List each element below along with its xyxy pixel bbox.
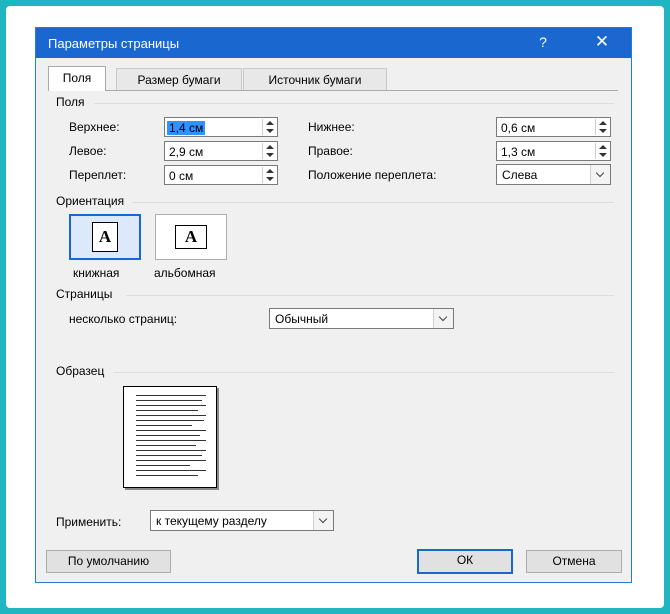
spinner-arrows-icon[interactable] (262, 119, 276, 135)
right-margin-spinner[interactable]: 1,3 см (496, 141, 611, 161)
ok-button[interactable]: ОК (417, 549, 513, 574)
page-preview (123, 386, 217, 488)
top-margin-label: Верхнее: (69, 120, 120, 134)
gutter-value[interactable]: 0 см (169, 169, 193, 183)
top-margin-spinner[interactable]: 1,4 см (164, 117, 278, 137)
tab-paper-size[interactable]: Размер бумаги (116, 68, 242, 90)
spinner-arrows-icon[interactable] (595, 119, 609, 135)
question-mark-icon[interactable]: ? (534, 34, 552, 50)
left-margin-spinner[interactable]: 2,9 см (164, 141, 278, 161)
multiple-pages-label: несколько страниц: (69, 312, 178, 326)
spinner-arrows-icon[interactable] (595, 143, 609, 159)
spinner-arrows-icon[interactable] (262, 143, 276, 159)
pages-group-label: Страницы (56, 287, 113, 301)
top-margin-value[interactable]: 1,4 см (167, 121, 206, 135)
portrait-orientation-icon: A (92, 222, 118, 252)
margins-group-divider (94, 103, 614, 104)
preview-group-divider (114, 372, 614, 373)
pages-group-divider (126, 295, 614, 296)
gutter-position-label: Положение переплета: (308, 168, 437, 182)
chevron-down-icon[interactable] (313, 511, 333, 530)
gutter-spinner[interactable]: 0 см (164, 165, 278, 185)
bottom-margin-label: Нижнее: (308, 120, 355, 134)
portrait-label: книжная (73, 266, 120, 280)
spinner-arrows-icon[interactable] (262, 167, 276, 183)
page-setup-dialog: Параметры страницы ? ✕ Поля Размер бумаг… (35, 27, 632, 583)
gutter-position-value: Слева (502, 168, 538, 182)
left-margin-value[interactable]: 2,9 см (169, 145, 203, 159)
landscape-orientation-icon: A (175, 225, 207, 249)
chevron-down-icon[interactable] (433, 309, 453, 328)
portrait-orientation-button[interactable]: A (69, 214, 141, 260)
tab-paper-source[interactable]: Источник бумаги (243, 68, 387, 90)
multiple-pages-select[interactable]: Обычный (269, 308, 454, 329)
right-margin-label: Правое: (308, 144, 353, 158)
preview-group-label: Образец (56, 364, 105, 378)
bottom-margin-value[interactable]: 0,6 см (501, 121, 535, 135)
apply-to-value: к текущему разделу (156, 514, 267, 528)
gutter-position-select[interactable]: Слева (496, 164, 611, 185)
tab-pane-border (48, 90, 618, 91)
landscape-label: альбомная (154, 266, 216, 280)
bottom-margin-spinner[interactable]: 0,6 см (496, 117, 611, 137)
set-as-default-button[interactable]: По умолчанию (46, 550, 171, 573)
right-margin-value[interactable]: 1,3 см (501, 145, 535, 159)
cancel-button[interactable]: Отмена (526, 550, 622, 573)
close-icon[interactable]: ✕ (588, 31, 616, 53)
tab-margins[interactable]: Поля (48, 66, 106, 91)
gutter-label: Переплет: (69, 168, 127, 182)
dialog-title: Параметры страницы (48, 36, 180, 51)
margins-group-label: Поля (56, 95, 85, 109)
title-bar[interactable]: Параметры страницы ? ✕ (36, 28, 631, 58)
apply-to-label: Применить: (56, 515, 122, 529)
orientation-group-label: Ориентация (56, 194, 125, 208)
orientation-group-divider (132, 202, 614, 203)
landscape-orientation-button[interactable]: A (155, 214, 227, 260)
apply-to-select[interactable]: к текущему разделу (150, 510, 334, 531)
left-margin-label: Левое: (69, 144, 107, 158)
multiple-pages-value: Обычный (275, 312, 329, 326)
chevron-down-icon[interactable] (590, 165, 610, 184)
